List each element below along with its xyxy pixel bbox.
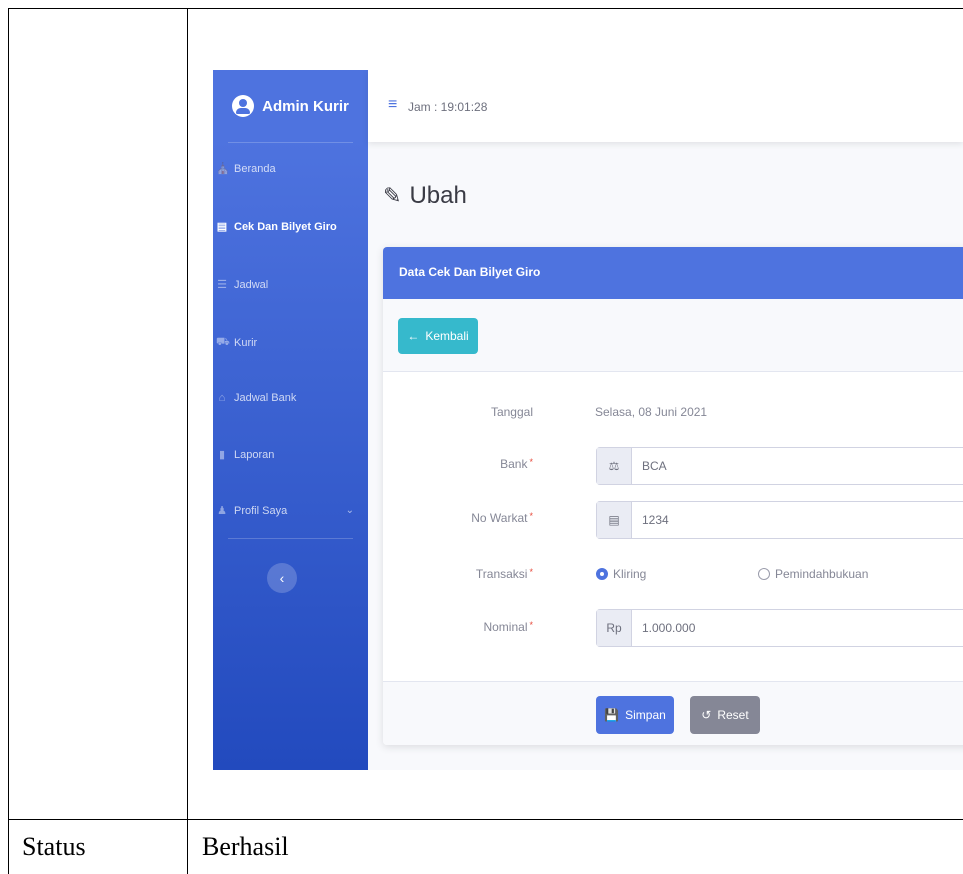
bank-label: Bank * <box>500 457 533 471</box>
arrow-left-icon: ← <box>407 329 420 343</box>
required-mark: * <box>529 620 533 630</box>
hamburger-menu-icon[interactable]: ≡ <box>388 96 397 114</box>
sidebar-item-jadwal[interactable]: ☰ Jadwal <box>216 278 366 292</box>
bank-icon: ⚖ <box>597 448 632 484</box>
list-icon: ☰ <box>217 279 227 291</box>
back-button[interactable]: ← Kembali <box>398 318 478 354</box>
save-button[interactable]: 💾 Simpan <box>596 696 674 734</box>
radio-pemindahbukuan-label: Pemindahbukuan <box>775 567 869 581</box>
no-warkat-field[interactable]: ▤ 1234 <box>596 501 963 539</box>
radio-pemindahbukuan[interactable]: Pemindahbukuan <box>758 567 868 581</box>
save-button-label: Simpan <box>625 708 666 722</box>
nominal-input-value: 1.000.000 <box>642 621 696 635</box>
reset-button[interactable]: ↺ Reset <box>690 696 760 734</box>
card-icon: ▤ <box>597 502 632 538</box>
reset-button-label: Reset <box>717 708 749 722</box>
user-circle-icon <box>232 95 255 117</box>
card-icon: ▤ <box>216 221 228 233</box>
sidebar-item-label: Kurir <box>234 337 258 349</box>
card-header-title: Data Cek Dan Bilyet Giro <box>399 265 541 279</box>
sidebar-item-label: Jadwal <box>234 278 269 291</box>
home-icon: ⛪ <box>216 163 230 175</box>
sidebar-divider <box>228 538 353 539</box>
tanggal-value: Selasa, 08 Juni 2021 <box>595 405 708 419</box>
currency-prefix: Rp <box>597 610 632 646</box>
sidebar-toggle-button[interactable]: ‹ <box>267 563 297 593</box>
sidebar-item-beranda[interactable]: ⛪ Beranda <box>216 162 366 176</box>
sidebar-item-cek-dan-bilyet-giro[interactable]: ▤ Cek Dan Bilyet Giro <box>216 220 366 234</box>
table-border-top <box>8 8 963 9</box>
clock-text: Jam : 19:01:28 <box>408 100 488 114</box>
status-value: Berhasil <box>202 832 289 861</box>
sidebar-item-label: Jadwal Bank <box>234 392 297 404</box>
sidebar-item-label: Beranda <box>234 162 276 175</box>
nominal-label: Nominal * <box>483 620 533 634</box>
bank-label-text: Bank <box>500 457 528 471</box>
nominal-field[interactable]: Rp 1.000.000 <box>596 609 963 647</box>
warkat-input-value: 1234 <box>642 513 669 527</box>
sidebar-item-label: Profil Saya <box>234 504 288 517</box>
transaksi-label-text: Transaksi <box>475 567 528 581</box>
status-label: Status <box>22 832 86 861</box>
required-mark: * <box>529 511 533 521</box>
bank-input-value: BCA <box>642 459 667 473</box>
sidebar-item-label: Cek Dan Bilyet Giro <box>234 220 337 233</box>
back-button-label: Kembali <box>425 329 469 343</box>
form-card: Data Cek Dan Bilyet Giro ← Kembali Tangg… <box>383 247 963 745</box>
page-title: ✎ Ubah <box>383 182 467 210</box>
chevron-down-icon: ⌄ <box>345 505 354 516</box>
topbar: ≡ Jam : 19:01:28 <box>368 70 963 142</box>
page-title-text: Ubah <box>409 182 467 209</box>
table-row-divider <box>8 819 963 820</box>
sidebar: Admin Kurir ⛪ Beranda ▤ Cek Dan Bilyet G… <box>213 70 368 770</box>
tanggal-label: Tanggal <box>491 405 533 419</box>
transaksi-label: Transaksi * <box>476 567 533 581</box>
sidebar-item-profil-saya[interactable]: ♟ Profil Saya ⌄ <box>216 504 366 518</box>
radio-checked-icon <box>596 568 608 580</box>
warkat-label: No Warkat * <box>471 511 533 525</box>
bank-field[interactable]: ⚖ BCA <box>596 447 963 485</box>
tanggal-label-text: Tanggal <box>490 405 533 419</box>
sidebar-brand[interactable]: Admin Kurir <box>213 70 368 142</box>
truck-icon: ⛟ <box>216 336 230 348</box>
user-icon: ♟ <box>217 505 227 517</box>
sidebar-divider <box>228 142 353 143</box>
warkat-label-text: No Warkat <box>471 511 528 525</box>
card-toolbar: ← Kembali <box>383 299 963 372</box>
sidebar-item-kurir[interactable]: ⛟ Kurir <box>216 336 366 350</box>
table-border-left <box>8 8 9 874</box>
radio-kliring-label: Kliring <box>613 567 647 581</box>
edit-icon: ✎ <box>383 183 402 208</box>
bank-icon: ⌂ <box>218 392 226 404</box>
required-mark: * <box>529 567 533 577</box>
floppy-disk-icon: 💾 <box>604 708 620 722</box>
brand-name: Admin Kurir <box>262 97 349 115</box>
sidebar-item-laporan[interactable]: ▮ Laporan <box>216 448 366 462</box>
radio-kliring[interactable]: Kliring <box>596 567 646 581</box>
sidebar-item-jadwal-bank[interactable]: ⌂ Jadwal Bank <box>216 392 366 404</box>
card-header: Data Cek Dan Bilyet Giro <box>383 247 963 299</box>
card-footer: 💾 Simpan ↺ Reset <box>383 681 963 745</box>
undo-icon: ↺ <box>701 708 712 722</box>
nominal-label-text: Nominal <box>483 620 528 634</box>
folder-icon: ▮ <box>218 449 226 461</box>
required-mark: * <box>529 457 533 467</box>
sidebar-item-label: Laporan <box>234 448 275 461</box>
table-column-divider <box>187 8 188 874</box>
radio-unchecked-icon <box>758 568 770 580</box>
chevron-left-icon: ‹ <box>279 570 285 586</box>
app-screenshot: Admin Kurir ⛪ Beranda ▤ Cek Dan Bilyet G… <box>213 70 963 770</box>
